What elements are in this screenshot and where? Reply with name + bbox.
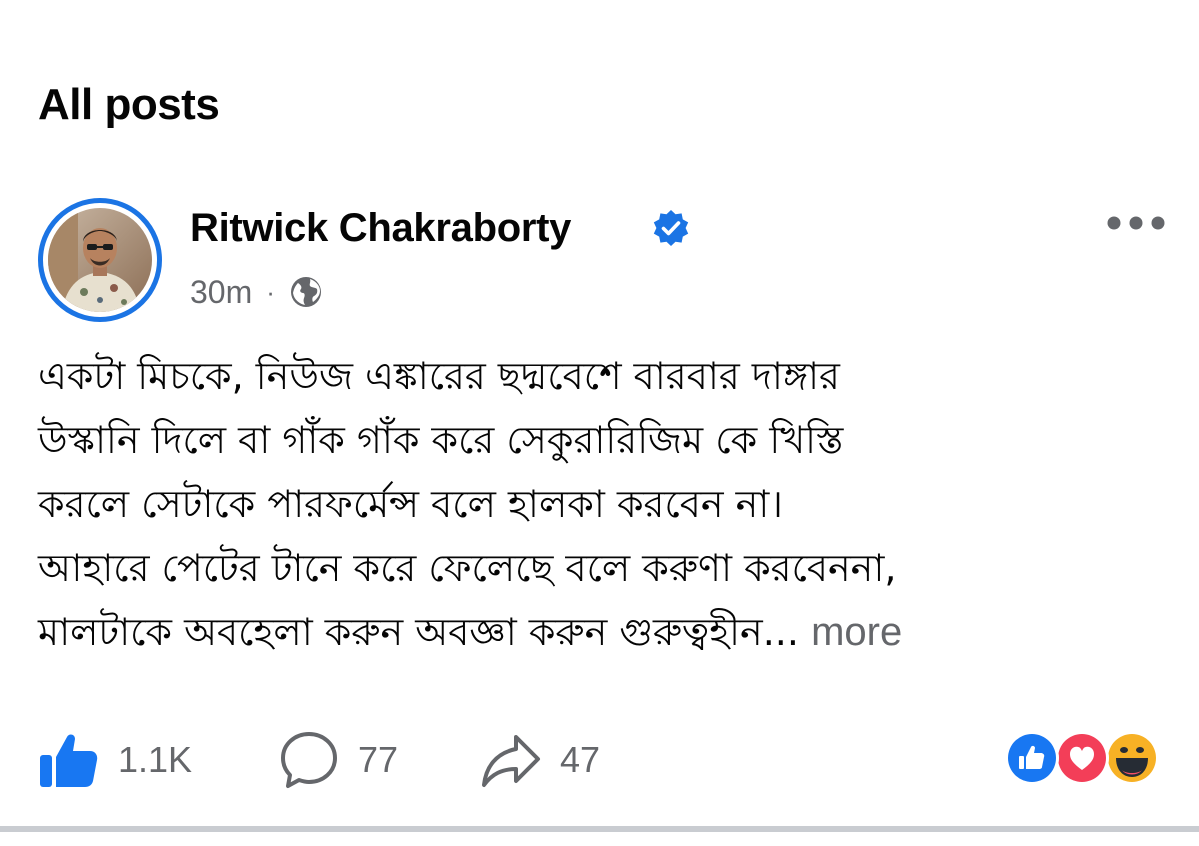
post-line: করলে সেটাকে পারফর্মেন্স বলে হালকা করবেন … xyxy=(38,482,783,526)
section-title: All posts xyxy=(38,80,220,129)
comment-count: 77 xyxy=(358,739,399,780)
like-button[interactable]: 1.1K xyxy=(38,722,192,798)
post-line-last: মালটাকে অবহেলা করুন অবজ্ঞা করুন গুরুত্বহ… xyxy=(38,600,1163,664)
avatar xyxy=(48,208,152,312)
meta-separator: · xyxy=(266,276,275,307)
post-line: উস্কানি দিলে বা গাঁক গাঁক করে সেকুরারিজি… xyxy=(38,418,844,462)
post-body: একটা মিচকে, নিউজ এঙ্কারের ছদ্মবেশে বারবা… xyxy=(38,344,1163,664)
like-icon xyxy=(40,734,98,787)
post-line: আহারে পেটের টানে করে ফেলেছে বলে করুণা কর… xyxy=(38,546,897,590)
share-button[interactable]: 47 xyxy=(480,722,600,798)
reactions-summary[interactable] xyxy=(1004,730,1160,786)
more-options-icon[interactable] xyxy=(1104,208,1168,238)
post-line: একটা মিচকে, নিউজ এঙ্কারের ছদ্মবেশে বারবা… xyxy=(38,354,840,398)
author-name[interactable]: Ritwick Chakraborty xyxy=(190,202,571,254)
share-icon xyxy=(482,735,540,787)
comment-button[interactable]: 77 xyxy=(278,722,398,798)
post-line-text: মালটাকে অবহেলা করুন অবজ্ঞা করুন গুরুত্বহ… xyxy=(38,610,799,654)
post-timestamp[interactable]: 30m xyxy=(190,274,252,311)
globe-icon xyxy=(290,277,321,307)
comment-icon xyxy=(281,732,337,788)
post-divider xyxy=(0,826,1199,832)
share-count: 47 xyxy=(560,739,601,780)
like-count: 1.1K xyxy=(118,739,193,780)
see-more-link[interactable]: more xyxy=(811,610,902,654)
author-avatar[interactable] xyxy=(38,198,162,322)
post-meta: 30m · xyxy=(190,270,323,314)
verified-badge-icon xyxy=(653,210,689,246)
